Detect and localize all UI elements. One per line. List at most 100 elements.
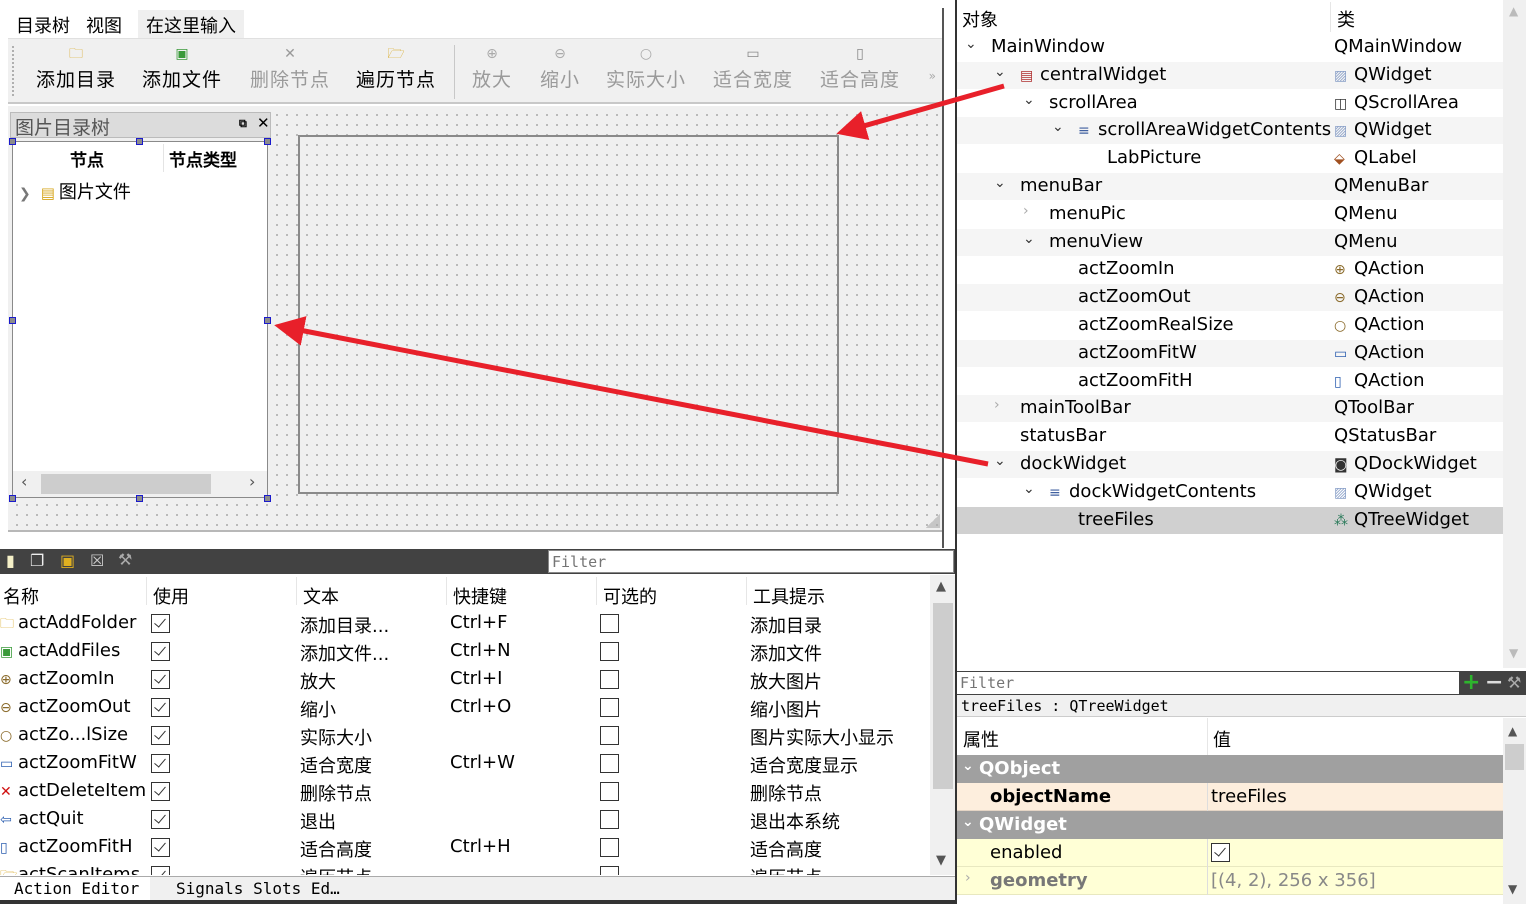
action-row[interactable]: 🗀 actAddFolder 添加目录... Ctrl+F 添加目录 — [0, 611, 930, 639]
selection-handle[interactable] — [136, 138, 143, 145]
action-checkable-checkbox[interactable] — [600, 866, 619, 875]
object-tree-row[interactable]: ⌄ dockWidget ◙ QDockWidget — [957, 451, 1503, 478]
column-header-tooltip[interactable]: 工具提示 — [753, 583, 825, 609]
object-tree-row[interactable]: actZoomIn ⊕ QAction — [957, 256, 1503, 283]
action-row[interactable]: ⊕ actZoomIn 放大 Ctrl+I 放大图片 — [0, 667, 930, 695]
chevron-down-icon[interactable]: ⌄ — [994, 453, 1006, 469]
action-used-checkbox[interactable] — [151, 698, 170, 717]
action-row[interactable]: ▭ actZoomFitW 适合宽度 Ctrl+W 适合宽度显示 — [0, 751, 930, 779]
column-header-object[interactable]: 对象 — [962, 6, 998, 32]
action-used-checkbox[interactable] — [151, 838, 170, 857]
scroll-down-icon[interactable]: ▼ — [1508, 882, 1517, 896]
menu-directory-tree[interactable]: 目录树 — [16, 12, 70, 38]
action-filter-input[interactable] — [548, 550, 954, 573]
property-group-row[interactable]: ⌄ QWidget — [957, 811, 1503, 839]
selection-handle[interactable] — [9, 495, 16, 502]
action-checkable-checkbox[interactable] — [600, 810, 619, 829]
property-row[interactable]: › geometry [(4, 2), 256 x 356] — [957, 867, 1503, 895]
action-checkable-checkbox[interactable] — [600, 642, 619, 661]
action-row[interactable]: ○ actZo...lSize 实际大小 图片实际大小显示 — [0, 723, 930, 751]
chevron-down-icon[interactable]: ⌄ — [962, 758, 974, 774]
action-row[interactable]: ✕ actDeleteItem 删除节点 删除节点 — [0, 779, 930, 807]
scroll-up-icon[interactable]: ▲ — [936, 579, 946, 594]
action-checkable-checkbox[interactable] — [600, 614, 619, 633]
object-inspector-scrollbar[interactable]: ▲ ▼ — [1503, 0, 1526, 668]
chevron-down-icon[interactable]: ⌄ — [1023, 231, 1035, 247]
tree-header-node[interactable]: 节点 — [70, 146, 104, 174]
object-tree-row[interactable]: actZoomOut ⊖ QAction — [957, 284, 1503, 312]
scroll-thumb[interactable] — [41, 474, 211, 494]
chevron-down-icon[interactable]: ⌄ — [1052, 119, 1064, 135]
copy-action-icon[interactable]: ❐ — [30, 551, 44, 570]
object-tree-row[interactable]: › menuPic QMenu — [957, 201, 1503, 228]
tree-horizontal-scrollbar[interactable]: ‹ › — [13, 471, 267, 497]
remove-dynamic-property-icon[interactable]: − — [1485, 670, 1503, 695]
column-header-name[interactable]: 名称 — [3, 583, 39, 609]
action-row[interactable]: ▣ actAddFiles 添加文件... Ctrl+N 添加文件 — [0, 639, 930, 667]
chevron-down-icon[interactable]: ⌄ — [962, 814, 974, 830]
scroll-left-icon[interactable]: ‹ — [21, 472, 27, 491]
selection-handle[interactable] — [264, 495, 271, 502]
selection-handle[interactable] — [264, 138, 271, 145]
menu-view[interactable]: 视图 — [86, 12, 122, 38]
column-header-value[interactable]: 值 — [1213, 726, 1231, 752]
object-tree-row[interactable]: statusBar QStatusBar — [957, 423, 1503, 450]
property-group-row[interactable]: ⌄ QObject — [957, 755, 1503, 783]
chevron-right-icon[interactable]: ❯ — [19, 186, 31, 202]
object-tree-row[interactable]: treeFiles ⁂ QTreeWidget — [957, 506, 1503, 534]
toolbar-real-size-button[interactable]: ○ 实际大小 — [600, 43, 692, 101]
toolbar-fit-width-button[interactable]: ▭ 适合宽度 — [707, 43, 799, 101]
object-tree-row[interactable]: › mainToolBar QToolBar — [957, 395, 1503, 423]
action-checkable-checkbox[interactable] — [600, 782, 619, 801]
delete-action-icon[interactable]: ☒ — [90, 551, 104, 570]
action-used-checkbox[interactable] — [151, 670, 170, 689]
tree-item[interactable]: ❯ ▤ 图片文件 — [19, 178, 131, 204]
action-checkable-checkbox[interactable] — [600, 698, 619, 717]
action-used-checkbox[interactable] — [151, 726, 170, 745]
object-tree-row[interactable]: LabPicture ⬙ QLabel — [957, 145, 1503, 172]
action-checkable-checkbox[interactable] — [600, 838, 619, 857]
tree-files-widget[interactable]: 节点 节点类型 ❯ ▤ 图片文件 ‹ › — [12, 141, 268, 498]
action-used-checkbox[interactable] — [151, 810, 170, 829]
object-tree-row[interactable]: ⌄ MainWindow QMainWindow — [957, 34, 1503, 61]
object-tree-row[interactable]: ⌄ menuBar QMenuBar — [957, 173, 1503, 200]
toolbar-zoom-in-button[interactable]: ⊕ 放大 — [466, 43, 518, 101]
toolbar-zoom-out-button[interactable]: ⊖ 缩小 — [534, 43, 586, 101]
menu-type-here[interactable]: 在这里输入 — [138, 10, 244, 40]
chevron-down-icon[interactable]: ⌄ — [994, 175, 1006, 191]
column-header-text[interactable]: 文本 — [303, 583, 339, 609]
action-row[interactable]: ⇦ actQuit 退出 退出本系统 — [0, 807, 930, 835]
toolbar-scan-nodes-button[interactable]: 🗁 遍历节点 — [350, 43, 442, 101]
property-row[interactable]: enabled — [957, 839, 1503, 867]
action-row[interactable]: ⊖ actZoomOut 缩小 Ctrl+O 缩小图片 — [0, 695, 930, 723]
wrench-icon[interactable]: ⚒ — [118, 550, 132, 569]
tree-header-node-type[interactable]: 节点类型 — [169, 146, 237, 174]
action-checkable-checkbox[interactable] — [600, 670, 619, 689]
chevron-right-icon[interactable]: › — [965, 870, 971, 886]
column-header-used[interactable]: 使用 — [153, 583, 189, 609]
scroll-thumb[interactable] — [933, 603, 953, 789]
paste-action-icon[interactable]: ▣ — [60, 551, 75, 570]
action-row[interactable]: 🗁actScanItems 遍历节点 遍历节点 — [0, 863, 930, 875]
action-used-checkbox[interactable] — [151, 866, 170, 875]
property-filter-input[interactable] — [957, 672, 1459, 694]
toolbar-delete-node-button[interactable]: ✕ 删除节点 — [244, 43, 336, 101]
scroll-area-widget[interactable] — [298, 135, 839, 494]
column-header-property[interactable]: 属性 — [963, 726, 999, 752]
action-used-checkbox[interactable] — [151, 754, 170, 773]
property-table-scrollbar[interactable]: ▲ ▼ — [1503, 718, 1526, 904]
object-tree-row[interactable]: actZoomFitH ▯ QAction — [957, 368, 1503, 395]
wrench-icon[interactable]: ⚒ — [1507, 673, 1521, 692]
object-tree-row[interactable]: ⌄ menuView QMenu — [957, 228, 1503, 256]
column-header-checkable[interactable]: 可选的 — [603, 583, 657, 609]
scroll-down-icon[interactable]: ▼ — [936, 853, 946, 868]
dock-title-bar[interactable]: 图片目录树 ⧉ ✕ — [10, 112, 271, 139]
column-header-shortcut[interactable]: 快捷键 — [453, 583, 507, 609]
action-used-checkbox[interactable] — [151, 642, 170, 661]
scroll-up-icon[interactable]: ▲ — [1508, 724, 1517, 738]
property-value[interactable]: [(4, 2), 256 x 356] — [1211, 870, 1376, 891]
object-tree-row[interactable]: actZoomRealSize ○ QAction — [957, 312, 1503, 339]
object-tree-row[interactable]: ⌄ ≡ scrollAreaWidgetContents ▨ QWidget — [957, 117, 1503, 145]
object-tree-row[interactable]: ⌄ ▤ centralWidget ▨ QWidget — [957, 61, 1503, 89]
action-table-scrollbar[interactable]: ▲ ▼ — [930, 575, 956, 875]
